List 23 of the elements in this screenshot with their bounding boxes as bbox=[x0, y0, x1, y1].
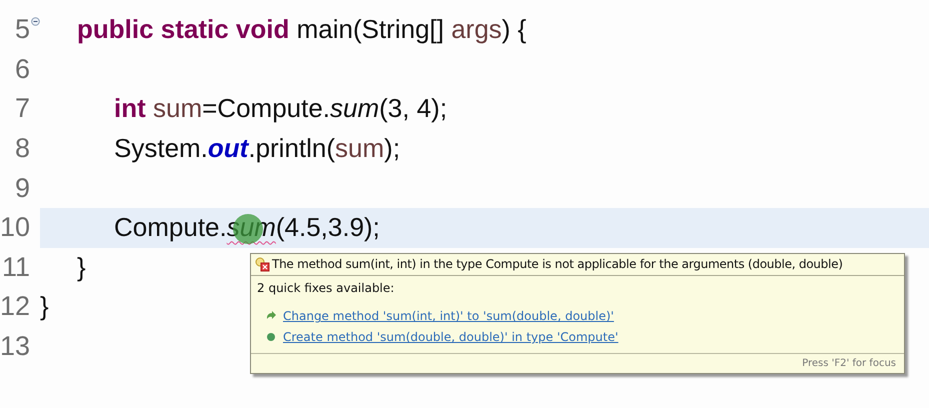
code-line: } bbox=[40, 291, 49, 322]
method-dot-icon bbox=[266, 332, 276, 342]
error-bulb-icon bbox=[255, 256, 270, 272]
error-message: The method sum(int, int) in the type Compute is not applicable for the arguments (double, double) bbox=[272, 257, 843, 272]
code-line: } bbox=[76, 252, 86, 283]
quick-fix-link[interactable]: Change method 'sum(int, int)' to 'sum(double, double)' bbox=[283, 309, 614, 324]
rename-arrow-icon bbox=[266, 311, 276, 322]
quick-fix-title: 2 quick fixes available: bbox=[257, 280, 396, 297]
collapse-icon[interactable] bbox=[31, 17, 40, 26]
code-line: public static void main(String[] args) { bbox=[76, 14, 526, 46]
code-line: System.out.println(sum); bbox=[113, 133, 400, 164]
line-number: 5 bbox=[14, 14, 30, 46]
line-number: 12 bbox=[0, 291, 30, 322]
line-number: 13 bbox=[0, 331, 30, 362]
line-number: 10 bbox=[0, 212, 30, 244]
line-number: 6 bbox=[14, 54, 30, 85]
quick-fix-link[interactable]: Create method 'sum(double, double)' in type 'Compute' bbox=[283, 330, 618, 344]
focus-hint: Press 'F2' for focus bbox=[802, 358, 896, 369]
line-number: 8 bbox=[14, 133, 30, 164]
line-number: 11 bbox=[0, 252, 30, 283]
line-number: 9 bbox=[14, 172, 30, 204]
code-line: int sum=Compute.sum(3, 4); bbox=[113, 93, 448, 124]
line-number: 7 bbox=[14, 93, 30, 124]
